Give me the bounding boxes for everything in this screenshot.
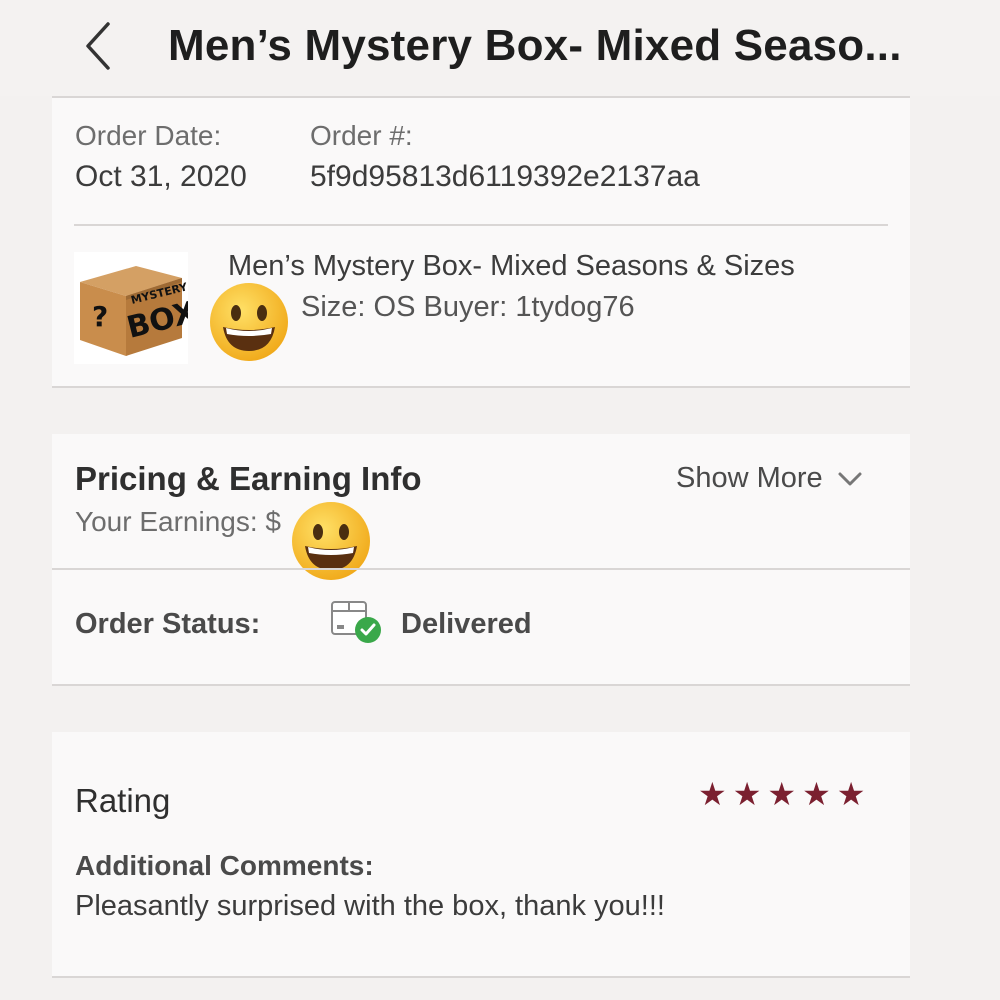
rating-stars: ★ ★ ★ ★ ★ [698, 778, 865, 810]
show-more-label: Show More [676, 462, 823, 494]
star-icon: ★ [802, 776, 831, 812]
order-card-divider [52, 386, 910, 388]
back-button[interactable] [78, 18, 122, 74]
rating-card: Rating ★ ★ ★ ★ ★ Additional Comments: Pleasa… [52, 732, 910, 978]
order-status-value: Delivered [401, 608, 532, 640]
mystery-box-image: ? MYSTERY BOX [80, 266, 200, 356]
chevron-left-icon [86, 22, 110, 70]
pricing-card: Pricing & Earning Info Show More Your Ea… [52, 434, 910, 686]
comments-text: Pleasantly surprised with the box, thank… [75, 890, 665, 922]
pricing-divider [52, 568, 910, 570]
order-number-label: Order #: [310, 120, 413, 151]
star-icon: ★ [698, 776, 727, 812]
item-meta: Size: OS Buyer: 1tydog76 [301, 291, 635, 323]
grinning-face-icon [208, 281, 290, 363]
order-date-value: Oct 31, 2020 [75, 160, 247, 193]
pricing-card-divider [52, 684, 910, 686]
order-divider [74, 224, 888, 226]
top-bar: Men’s Mystery Box- Mixed Seaso... [0, 0, 1000, 96]
package-delivered-icon [330, 598, 384, 646]
earnings-label: Your Earnings: $ [75, 506, 281, 537]
item-thumbnail[interactable]: ? MYSTERY BOX [74, 252, 200, 364]
order-details-page: Men’s Mystery Box- Mixed Seaso... Order … [0, 0, 1000, 1000]
rating-title: Rating [75, 782, 171, 819]
star-icon: ★ [767, 776, 797, 812]
chevron-down-icon [838, 472, 862, 485]
comments-label: Additional Comments: [75, 850, 374, 881]
star-icon: ★ [836, 776, 866, 812]
order-info-card: Order Date: Oct 31, 2020 Order #: 5f9d95… [52, 98, 910, 388]
pricing-title: Pricing & Earning Info [75, 460, 422, 497]
order-number-value: 5f9d95813d6119392e2137aa [310, 160, 700, 193]
svg-text:?: ? [92, 300, 108, 333]
order-date-label: Order Date: [75, 120, 222, 151]
show-more-button[interactable]: Show More [676, 462, 863, 495]
order-status-label: Order Status: [75, 608, 261, 640]
star-icon: ★ [732, 776, 762, 812]
item-title[interactable]: Men’s Mystery Box- Mixed Seasons & Sizes [228, 250, 795, 283]
rating-card-divider [52, 976, 910, 978]
page-title: Men’s Mystery Box- Mixed Seaso... [168, 21, 902, 70]
